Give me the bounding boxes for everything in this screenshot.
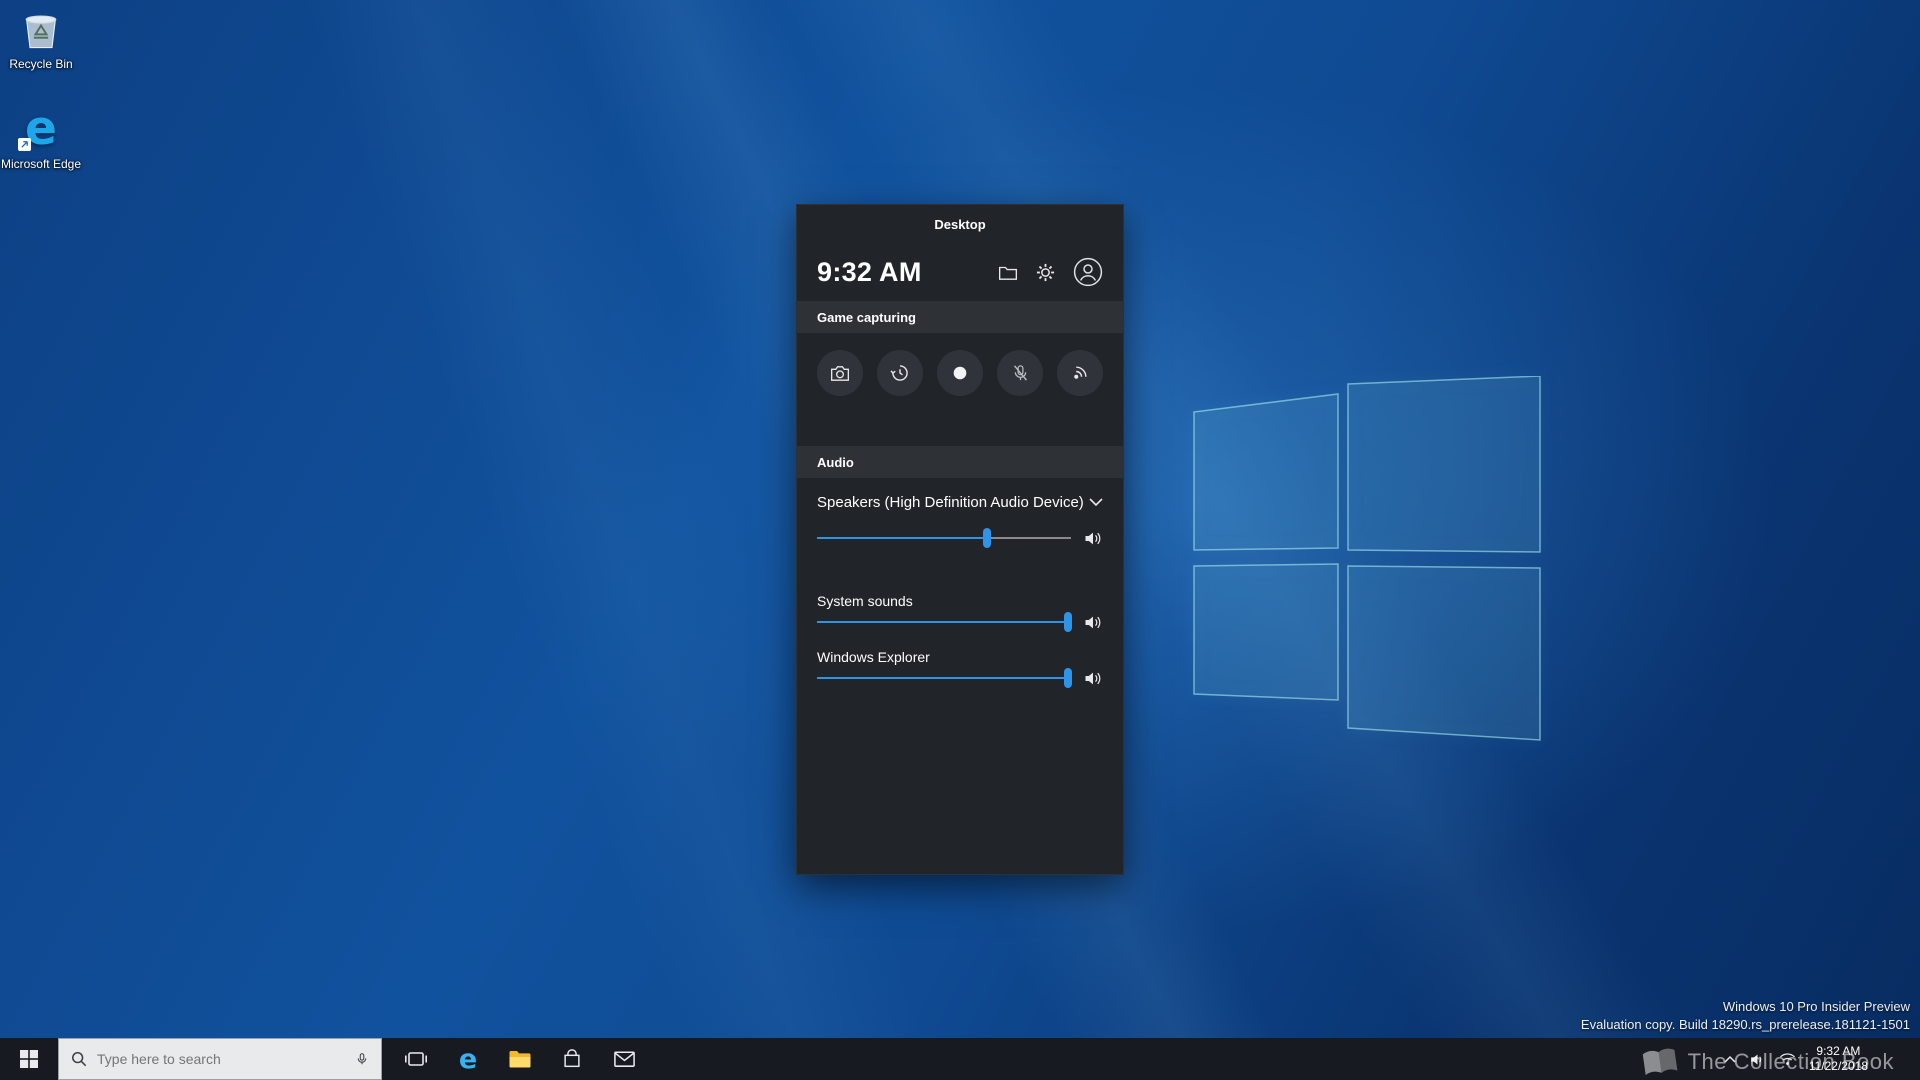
search-magnifier-icon [71, 1051, 87, 1067]
system-tray: 9:32 AM 11/22/2018 [1724, 1038, 1920, 1080]
audio-section-body: Speakers (High Definition Audio Device) [797, 478, 1123, 688]
windows-explorer-volume-slider[interactable] [817, 668, 1071, 688]
tray-overflow-button[interactable] [1724, 1055, 1736, 1063]
edge-taskbar-button[interactable]: e [442, 1038, 494, 1080]
recycle-bin-icon [19, 8, 63, 52]
search-input[interactable] [97, 1051, 345, 1067]
tray-time: 9:32 AM [1809, 1044, 1868, 1059]
mail-icon [613, 1049, 636, 1069]
audio-header: Audio [797, 446, 1123, 478]
audio-device-dropdown[interactable]: Speakers (High Definition Audio Device) [817, 490, 1103, 514]
chevron-down-icon [1089, 498, 1103, 507]
mixer-label: System sounds [817, 592, 1103, 610]
tray-clock[interactable]: 9:32 AM 11/22/2018 [1809, 1044, 1868, 1074]
speaker-volume-icon[interactable] [1083, 614, 1103, 631]
system-sounds-volume-row [817, 612, 1103, 632]
task-view-button[interactable] [390, 1038, 442, 1080]
speakers-volume-slider[interactable] [817, 528, 1071, 548]
taskbar: e [0, 1038, 1920, 1080]
windows-start-icon [20, 1050, 38, 1068]
start-button[interactable] [0, 1038, 58, 1080]
profile-button[interactable] [1073, 257, 1103, 287]
camera-screenshot-icon [830, 365, 850, 382]
profile-avatar-icon [1073, 257, 1103, 287]
task-view-icon [404, 1047, 428, 1071]
record-last-icon [890, 363, 910, 383]
file-explorer-icon [508, 1049, 532, 1069]
slider-fill [817, 677, 1068, 679]
mail-button[interactable] [598, 1038, 650, 1080]
game-capturing-header-label: Game capturing [817, 310, 916, 325]
tray-network-button[interactable] [1779, 1052, 1796, 1066]
windows-logo-watermark [1190, 376, 1546, 744]
build-watermark-line1: Windows 10 Pro Insider Preview [1581, 998, 1910, 1016]
file-explorer-button[interactable] [494, 1038, 546, 1080]
edge-icon: e [459, 1046, 477, 1073]
screenshot-button[interactable] [817, 350, 863, 396]
game-bar-header-row: 9:32 AM [797, 243, 1123, 301]
slider-thumb[interactable] [983, 528, 991, 548]
tray-date: 11/22/2018 [1809, 1059, 1868, 1074]
game-bar-title: Desktop [797, 205, 1123, 243]
microphone-toggle-button[interactable] [997, 350, 1043, 396]
settings-gear-icon [1035, 262, 1056, 283]
desktop: Recycle Bin e Microsoft Edge Desktop 9:3… [0, 0, 1920, 1080]
microphone-muted-icon [1011, 363, 1030, 383]
search-microphone-icon[interactable] [355, 1050, 369, 1068]
broadcast-button[interactable] [1057, 350, 1103, 396]
build-watermark-line2: Evaluation copy. Build 18290.rs_prerelea… [1581, 1016, 1910, 1034]
audio-device-label: Speakers (High Definition Audio Device) [817, 494, 1084, 511]
start-recording-button[interactable] [937, 350, 983, 396]
game-bar-panel: Desktop 9:32 AM [796, 204, 1124, 875]
speaker-volume-icon[interactable] [1083, 670, 1103, 687]
slider-fill [817, 537, 987, 539]
captures-folder-icon [998, 264, 1018, 281]
system-sounds-volume-slider[interactable] [817, 612, 1071, 632]
game-bar-clock: 9:32 AM [817, 257, 998, 288]
mixer-label: Windows Explorer [817, 648, 1103, 666]
build-watermark: Windows 10 Pro Insider Preview Evaluatio… [1581, 998, 1910, 1034]
taskbar-search-box[interactable] [58, 1038, 382, 1080]
record-dot-icon [953, 366, 967, 380]
captures-folder-button[interactable] [998, 264, 1018, 281]
speakers-volume-row [817, 528, 1103, 548]
windows-explorer-volume-row [817, 668, 1103, 688]
desktop-icon-label: Recycle Bin [9, 57, 72, 71]
capture-buttons-row [797, 333, 1123, 396]
slider-thumb[interactable] [1064, 612, 1072, 632]
record-last-button[interactable] [877, 350, 923, 396]
chevron-up-icon [1724, 1055, 1736, 1063]
shortcut-arrow-icon [18, 138, 31, 151]
network-icon [1779, 1052, 1796, 1066]
broadcast-icon [1070, 363, 1090, 383]
slider-thumb[interactable] [1064, 668, 1072, 688]
game-capturing-header: Game capturing [797, 301, 1123, 333]
store-button[interactable] [546, 1038, 598, 1080]
taskbar-apps: e [390, 1038, 650, 1080]
desktop-icon-label: Microsoft Edge [1, 157, 81, 171]
store-icon [561, 1048, 583, 1070]
desktop-icon-microsoft-edge[interactable]: e Microsoft Edge [0, 104, 83, 171]
tray-volume-button[interactable] [1749, 1052, 1766, 1067]
edge-icon: e [17, 104, 65, 152]
desktop-icon-recycle-bin[interactable]: Recycle Bin [0, 8, 83, 71]
speaker-volume-icon[interactable] [1083, 530, 1103, 547]
volume-icon [1749, 1052, 1766, 1067]
slider-fill [817, 621, 1068, 623]
settings-button[interactable] [1035, 262, 1056, 283]
audio-header-label: Audio [817, 455, 854, 470]
